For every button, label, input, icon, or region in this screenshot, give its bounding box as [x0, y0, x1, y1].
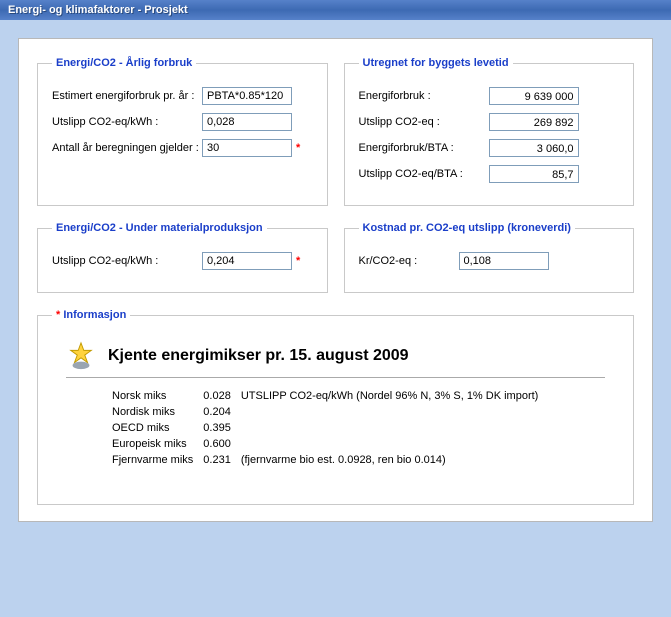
- row-2: Energi/CO2 - Under materialproduksjon Ut…: [37, 222, 634, 293]
- mix-name: Fjernvarme miks: [112, 452, 203, 468]
- mix-value: 0.231: [203, 452, 241, 468]
- table-row: OECD miks0.395: [112, 420, 548, 436]
- info-head: Kjente energimikser pr. 15. august 2009: [66, 341, 605, 371]
- mix-note: [241, 404, 549, 420]
- mix-value: 0.204: [203, 404, 241, 420]
- legend-info-text: Informasjon: [63, 309, 126, 321]
- input-utslipp-annual[interactable]: [202, 113, 292, 131]
- legend-cost: Kostnad pr. CO2-eq utslipp (kroneverdi): [359, 222, 575, 234]
- input-kr[interactable]: [459, 252, 549, 270]
- mix-note: [241, 420, 549, 436]
- legend-material: Energi/CO2 - Under materialproduksjon: [52, 222, 267, 234]
- mix-name: OECD miks: [112, 420, 203, 436]
- mix-value: 0.395: [203, 420, 241, 436]
- line-utslipp-bta: Utslipp CO2-eq/BTA : 85,7: [359, 165, 620, 183]
- line-utslipp-life: Utslipp CO2-eq : 269 892: [359, 113, 620, 131]
- mix-note: [241, 436, 549, 452]
- value-eforbruk-bta: 3 060,0: [489, 139, 579, 157]
- table-row: Europeisk miks0.600: [112, 436, 548, 452]
- value-utslipp-bta: 85,7: [489, 165, 579, 183]
- label-estimated: Estimert energiforbruk pr. år :: [52, 90, 202, 102]
- required-star-info: *: [56, 309, 60, 321]
- line-eforbruk: Energiforbruk : 9 639 000: [359, 87, 620, 105]
- line-estimated: Estimert energiforbruk pr. år :: [52, 87, 313, 105]
- value-eforbruk: 9 639 000: [489, 87, 579, 105]
- legend-info: * Informasjon: [52, 309, 130, 321]
- line-years: Antall år beregningen gjelder : *: [52, 139, 313, 157]
- line-utslipp-annual: Utslipp CO2-eq/kWh :: [52, 113, 313, 131]
- label-eforbruk: Energiforbruk :: [359, 90, 489, 102]
- fieldset-material: Energi/CO2 - Under materialproduksjon Ut…: [37, 222, 328, 293]
- window: Energi- og klimafaktorer - Prosjekt Ener…: [0, 0, 671, 617]
- mix-value: 0.600: [203, 436, 241, 452]
- info-table: Norsk miks0.028UTSLIPP CO2-eq/kWh (Norde…: [112, 388, 548, 468]
- titlebar: Energi- og klimafaktorer - Prosjekt: [0, 0, 671, 20]
- input-estimated[interactable]: [202, 87, 292, 105]
- label-years: Antall år beregningen gjelder :: [52, 142, 202, 154]
- label-utslipp-life: Utslipp CO2-eq :: [359, 116, 489, 128]
- legend-lifetime: Utregnet for byggets levetid: [359, 57, 513, 69]
- row-1: Energi/CO2 - Årlig forbruk Estimert ener…: [37, 57, 634, 206]
- window-title: Energi- og klimafaktorer - Prosjekt: [8, 4, 188, 16]
- label-eforbruk-bta: Energiforbruk/BTA :: [359, 142, 489, 154]
- fieldset-lifetime: Utregnet for byggets levetid Energiforbr…: [344, 57, 635, 206]
- mix-name: Europeisk miks: [112, 436, 203, 452]
- input-years[interactable]: [202, 139, 292, 157]
- info-title: Kjente energimikser pr. 15. august 2009: [108, 347, 409, 365]
- main-panel: Energi/CO2 - Årlig forbruk Estimert ener…: [18, 38, 653, 522]
- info-body: Kjente energimikser pr. 15. august 2009 …: [52, 331, 619, 490]
- label-utslipp-bta: Utslipp CO2-eq/BTA :: [359, 168, 489, 180]
- client-area: Energi/CO2 - Årlig forbruk Estimert ener…: [0, 20, 671, 540]
- lightbulb-icon: [66, 341, 96, 371]
- mix-note: UTSLIPP CO2-eq/kWh (Nordel 96% N, 3% S, …: [241, 388, 549, 404]
- info-table-body: Norsk miks0.028UTSLIPP CO2-eq/kWh (Norde…: [112, 388, 548, 468]
- label-utslipp-material: Utslipp CO2-eq/kWh :: [52, 255, 202, 267]
- input-utslipp-material[interactable]: [202, 252, 292, 270]
- mix-name: Nordisk miks: [112, 404, 203, 420]
- info-divider: [66, 377, 605, 378]
- table-row: Norsk miks0.028UTSLIPP CO2-eq/kWh (Norde…: [112, 388, 548, 404]
- required-star-years: *: [296, 142, 300, 154]
- line-kr: Kr/CO2-eq :: [359, 252, 620, 270]
- line-eforbruk-bta: Energiforbruk/BTA : 3 060,0: [359, 139, 620, 157]
- label-kr: Kr/CO2-eq :: [359, 255, 459, 267]
- line-utslipp-material: Utslipp CO2-eq/kWh : *: [52, 252, 313, 270]
- fieldset-info: * Informasjon Kjente energimikser pr. 15…: [37, 309, 634, 505]
- table-row: Nordisk miks0.204: [112, 404, 548, 420]
- fieldset-annual: Energi/CO2 - Årlig forbruk Estimert ener…: [37, 57, 328, 206]
- fieldset-cost: Kostnad pr. CO2-eq utslipp (kroneverdi) …: [344, 222, 635, 293]
- mix-name: Norsk miks: [112, 388, 203, 404]
- value-utslipp-life: 269 892: [489, 113, 579, 131]
- mix-note: (fjernvarme bio est. 0.0928, ren bio 0.0…: [241, 452, 549, 468]
- mix-value: 0.028: [203, 388, 241, 404]
- label-utslipp-annual: Utslipp CO2-eq/kWh :: [52, 116, 202, 128]
- legend-annual: Energi/CO2 - Årlig forbruk: [52, 57, 196, 69]
- required-star-material: *: [296, 255, 300, 267]
- table-row: Fjernvarme miks0.231(fjernvarme bio est.…: [112, 452, 548, 468]
